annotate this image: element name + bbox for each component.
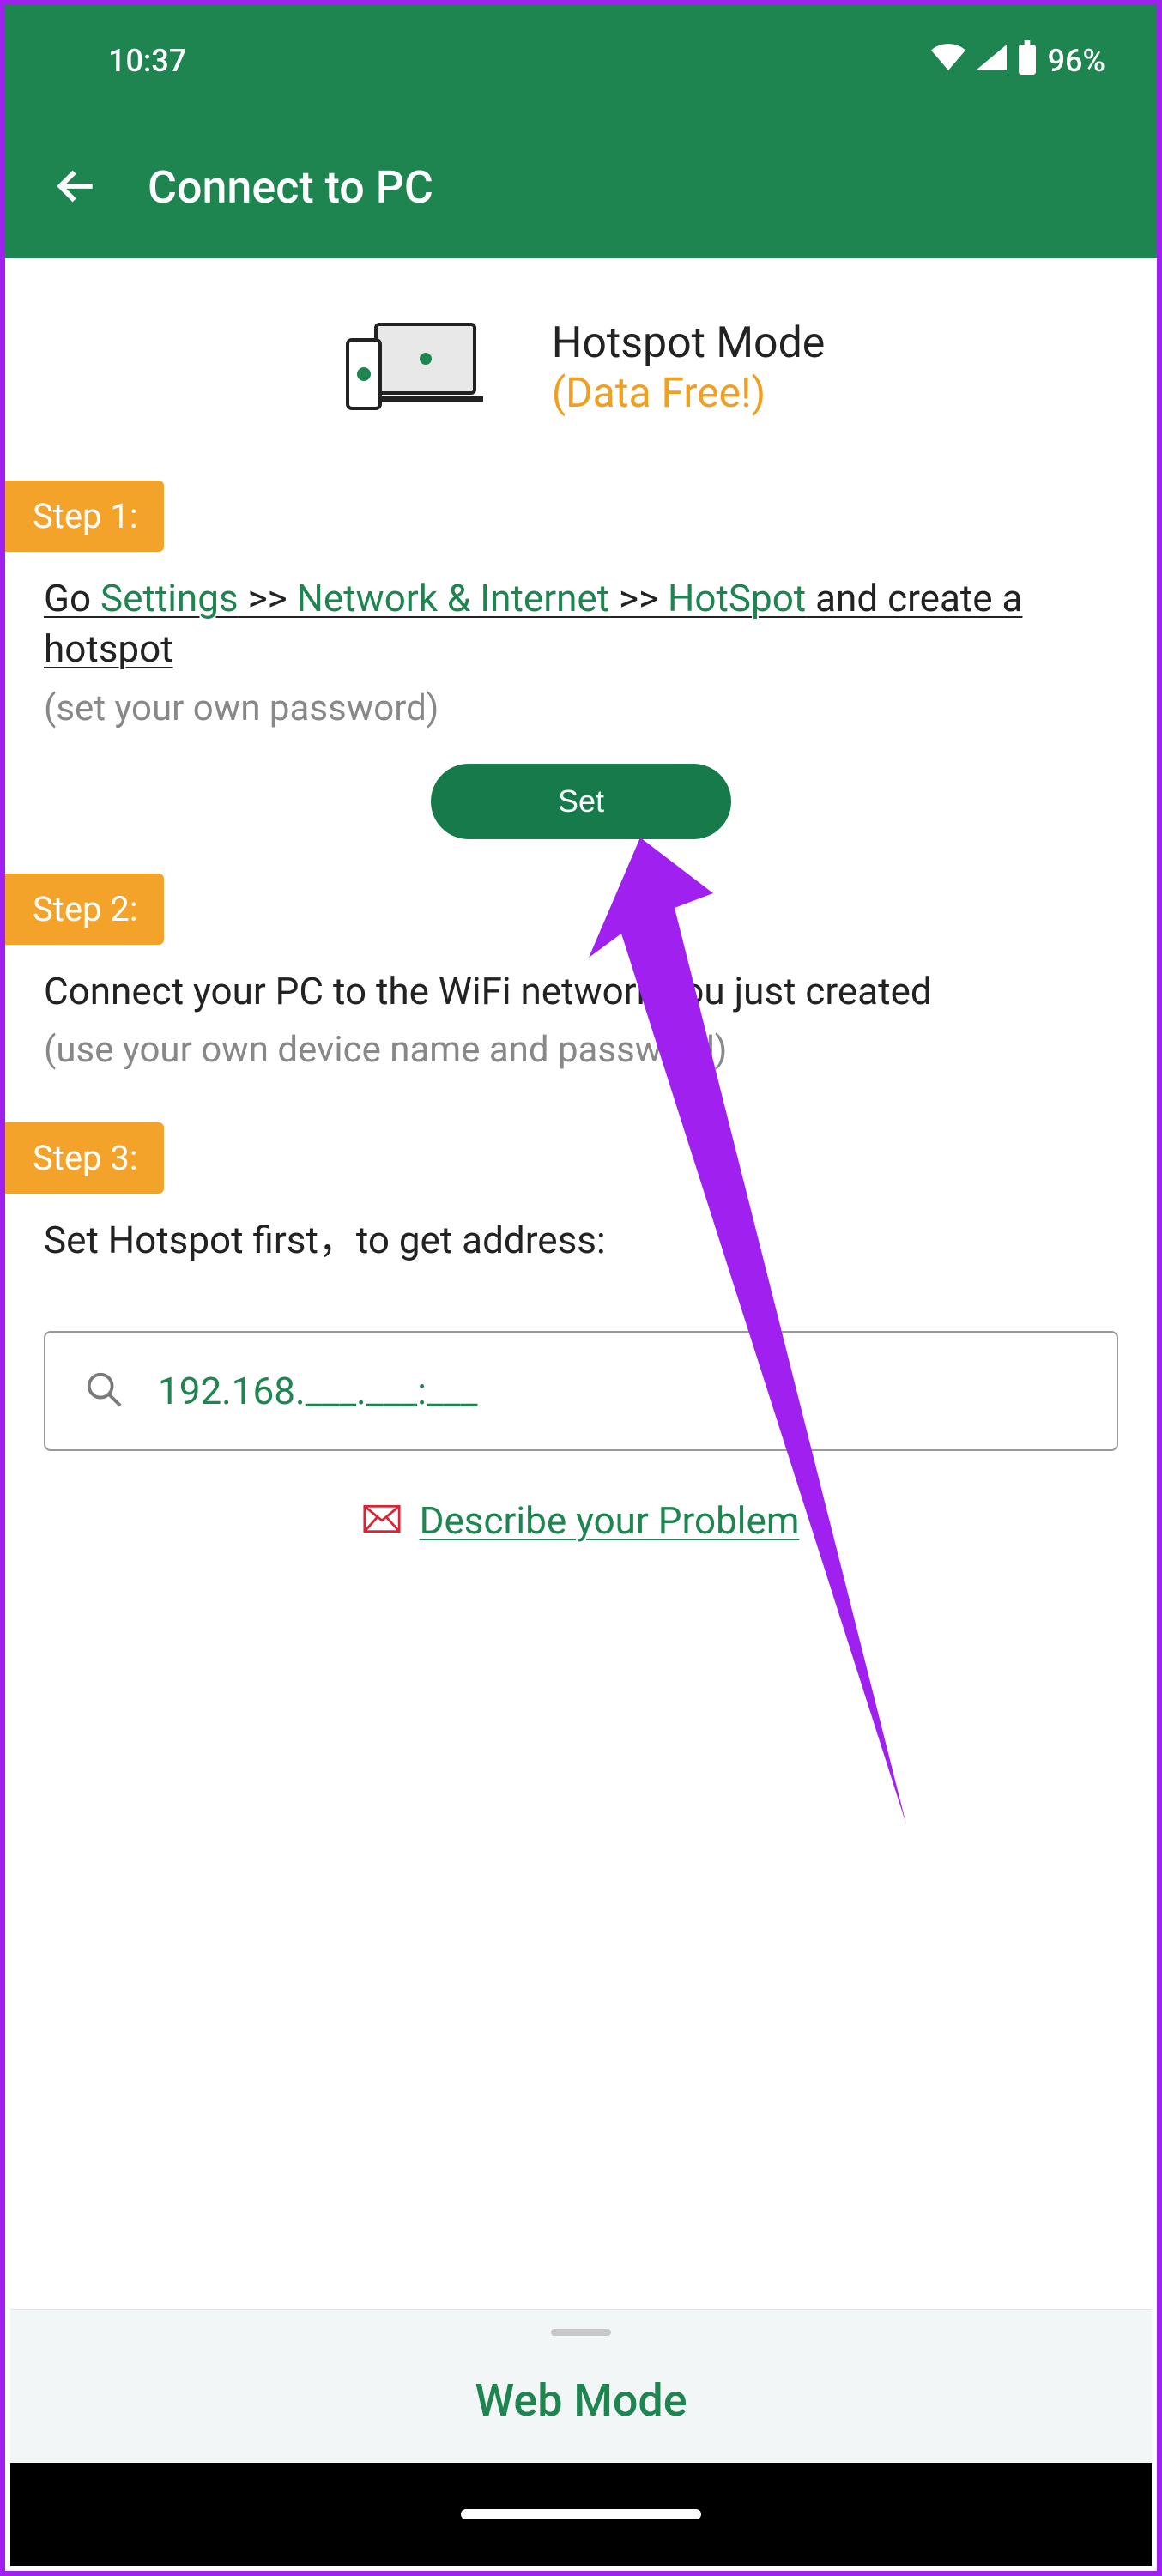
bottom-panel[interactable]: Web Mode bbox=[10, 2309, 1152, 2464]
page-title: Connect to PC bbox=[148, 161, 433, 214]
hero-text: Hotspot Mode (Data Free!) bbox=[552, 318, 826, 417]
devices-icon bbox=[337, 314, 483, 420]
step1-hint: (set your own password) bbox=[5, 675, 1157, 729]
step1-badge: Step 1: bbox=[5, 481, 164, 552]
battery-percent: 96% bbox=[1048, 43, 1105, 79]
web-mode-label: Web Mode bbox=[475, 2374, 687, 2427]
status-right: 96% bbox=[931, 40, 1105, 82]
step1-instruction[interactable]: Go Settings >> Network & Internet >> Hot… bbox=[5, 552, 1157, 675]
step1-go: Go bbox=[44, 576, 100, 620]
step1-sep1: >> bbox=[239, 576, 297, 620]
hero-title: Hotspot Mode bbox=[552, 318, 826, 368]
wifi-icon bbox=[931, 43, 965, 79]
drag-handle-icon[interactable] bbox=[551, 2329, 611, 2336]
settings-link[interactable]: Settings bbox=[100, 576, 239, 620]
battery-icon bbox=[1017, 40, 1038, 82]
ip-address-box[interactable]: 192.168.___.___:___ bbox=[44, 1331, 1118, 1451]
step2-badge: Step 2: bbox=[5, 874, 164, 945]
status-bar: 10:37 96% bbox=[5, 5, 1157, 117]
hero-subtitle: (Data Free!) bbox=[552, 368, 826, 417]
main-content: Hotspot Mode (Data Free!) Step 1: Go Set… bbox=[5, 258, 1157, 1543]
describe-problem-row[interactable]: Describe your Problem bbox=[5, 1451, 1157, 1543]
set-button[interactable]: Set bbox=[431, 764, 731, 839]
search-icon bbox=[84, 1370, 124, 1412]
step3-instruction: Set Hotspot first，to get address: bbox=[5, 1194, 1157, 1266]
android-nav-bar bbox=[10, 2463, 1152, 2566]
step2-instruction: Connect your PC to the WiFi network you … bbox=[5, 945, 1157, 1017]
step2-hint: (use your own device name and password) bbox=[5, 1017, 1157, 1071]
step1-sep2: >> bbox=[609, 576, 668, 620]
ip-address-value: 192.168.___.___:___ bbox=[158, 1369, 478, 1413]
mail-icon bbox=[363, 1503, 401, 1538]
describe-problem-link[interactable]: Describe your Problem bbox=[420, 1498, 800, 1543]
status-time: 10:37 bbox=[108, 43, 186, 79]
hero: Hotspot Mode (Data Free!) bbox=[5, 258, 1157, 481]
home-indicator-icon[interactable] bbox=[461, 2509, 701, 2519]
app-bar: Connect to PC bbox=[5, 117, 1157, 258]
hotspot-link[interactable]: HotSpot bbox=[668, 576, 806, 620]
back-arrow-icon[interactable] bbox=[52, 162, 100, 214]
network-link[interactable]: Network & Internet bbox=[297, 576, 610, 620]
signal-icon bbox=[976, 43, 1007, 79]
step3-badge: Step 3: bbox=[5, 1122, 164, 1194]
